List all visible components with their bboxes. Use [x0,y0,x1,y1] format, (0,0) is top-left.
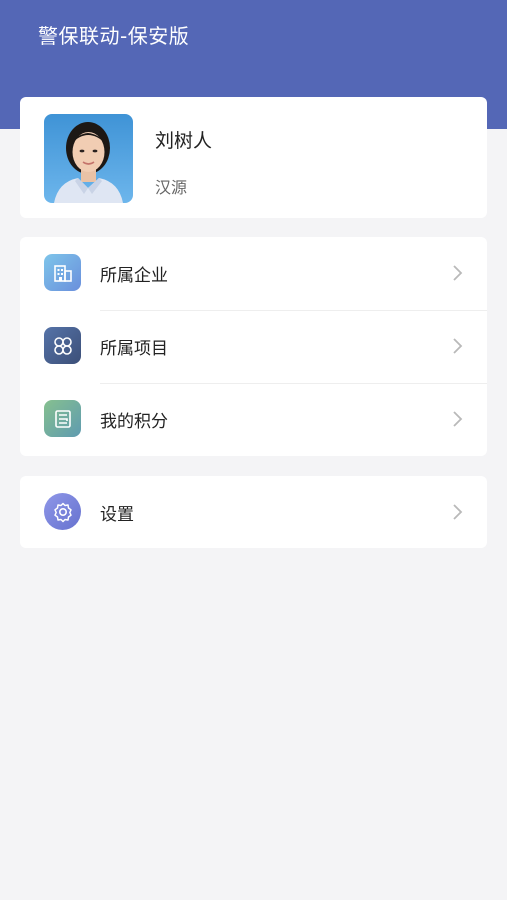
gear-icon [44,493,81,530]
points-ledger-icon [44,400,81,437]
app-title: 警保联动-保安版 [38,24,190,48]
chevron-right-icon [453,411,463,427]
menu-label-company: 所属企业 [100,266,168,286]
menu-label-points: 我的积分 [100,412,168,432]
menu-item-company[interactable]: 所属企业 [20,237,487,310]
avatar[interactable] [44,114,133,203]
menu-card: 所属企业 所属项目 我的积分 [20,237,487,456]
building-icon [44,254,81,291]
menu-item-project[interactable]: 所属项目 [20,310,487,383]
settings-card: 设置 [20,476,487,548]
user-organization: 汉源 [155,178,188,197]
profile-card[interactable]: 刘树人 汉源 [20,97,487,218]
menu-item-settings[interactable]: 设置 [20,476,487,548]
project-grid-icon [44,327,81,364]
chevron-right-icon [453,338,463,354]
user-name: 刘树人 [155,130,213,152]
chevron-right-icon [453,265,463,281]
menu-item-points[interactable]: 我的积分 [20,383,487,456]
menu-label-project: 所属项目 [100,339,168,359]
chevron-right-icon [453,504,463,520]
menu-label-settings: 设置 [100,505,134,525]
